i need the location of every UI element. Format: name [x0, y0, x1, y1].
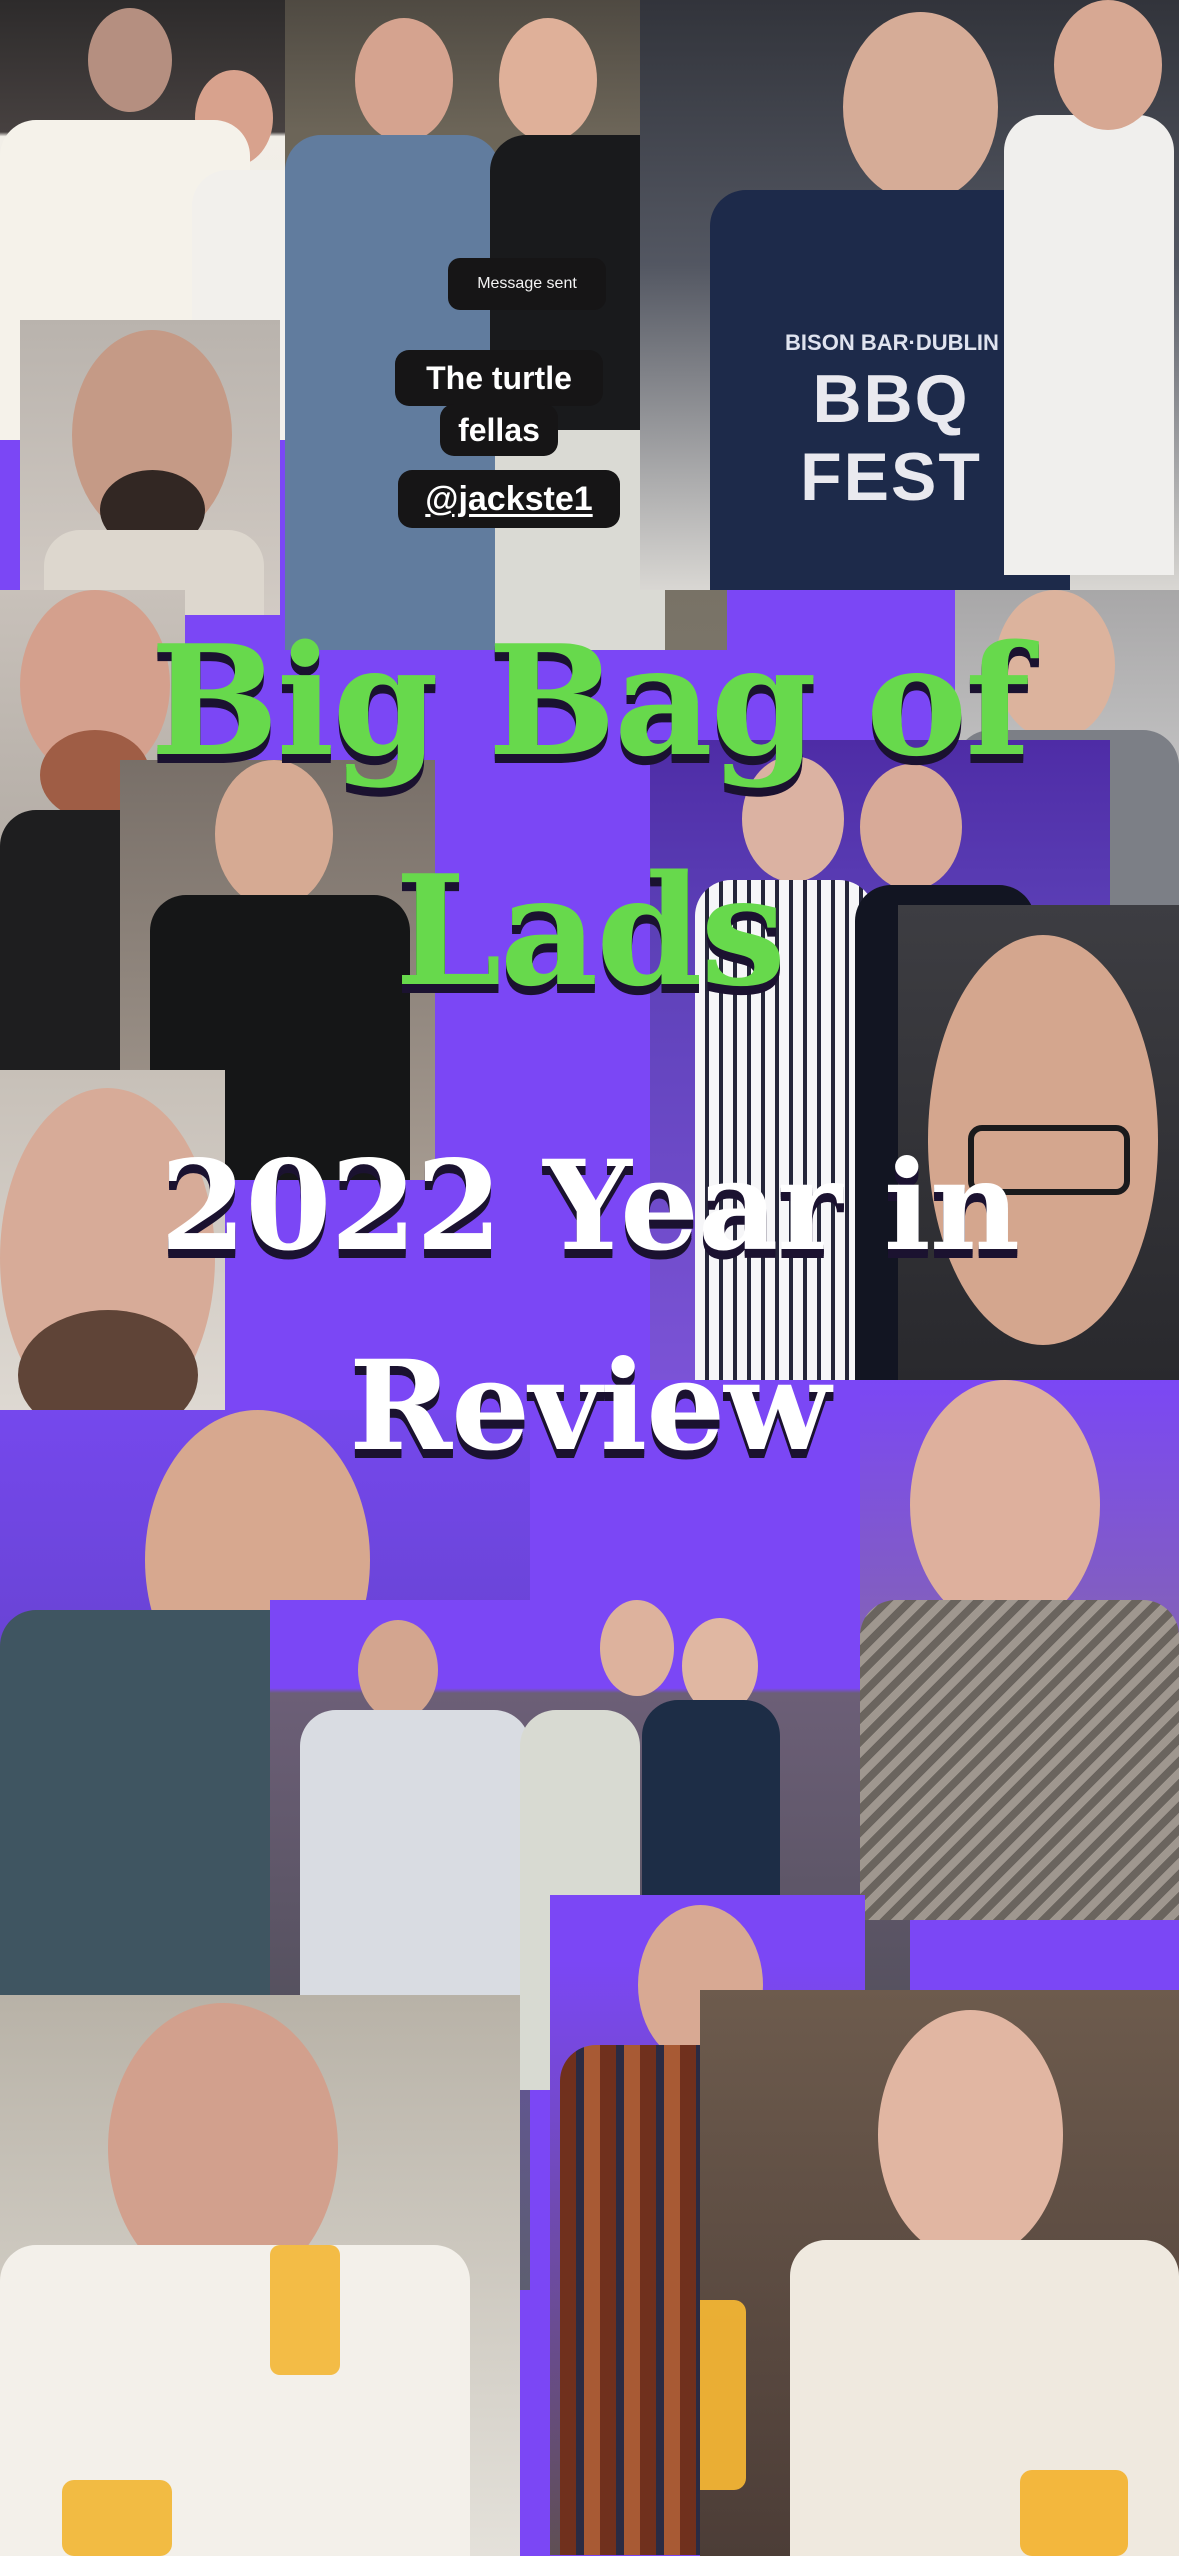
subtitle-line-2: Review: [349, 1334, 831, 1479]
photo-bottom-right-sweater: [700, 1990, 1179, 2556]
mention-pill: @jackste1: [398, 470, 620, 528]
title-line-2: Lads: [394, 841, 786, 1020]
mention-text[interactable]: @jackste1: [425, 480, 592, 519]
photo-bottom-left-curly: [0, 1995, 520, 2556]
photo-bearded-closeup: [20, 320, 280, 615]
bbq-shirt-sublabel: BISON BAR·DUBLIN: [785, 330, 999, 355]
caption-line-2: fellas: [458, 411, 540, 448]
message-sent-text: Message sent: [477, 275, 577, 292]
message-sent-pill: Message sent: [448, 258, 606, 310]
title-line-1: Big Bag of: [150, 611, 1030, 790]
caption-line-2-pill: fellas: [440, 404, 558, 456]
caption-line-1-pill: The turtle: [395, 350, 603, 406]
caption-line-1: The turtle: [426, 359, 572, 396]
story-collage: BBQ FEST BISON BAR·DUBLIN Message sent T…: [0, 0, 1179, 2556]
subtitle-line-1: 2022 Year in: [159, 1134, 1020, 1279]
photo-bbq-fest: BBQ FEST BISON BAR·DUBLIN: [640, 0, 1179, 590]
bbq-shirt-label: BBQ FEST: [800, 361, 982, 515]
